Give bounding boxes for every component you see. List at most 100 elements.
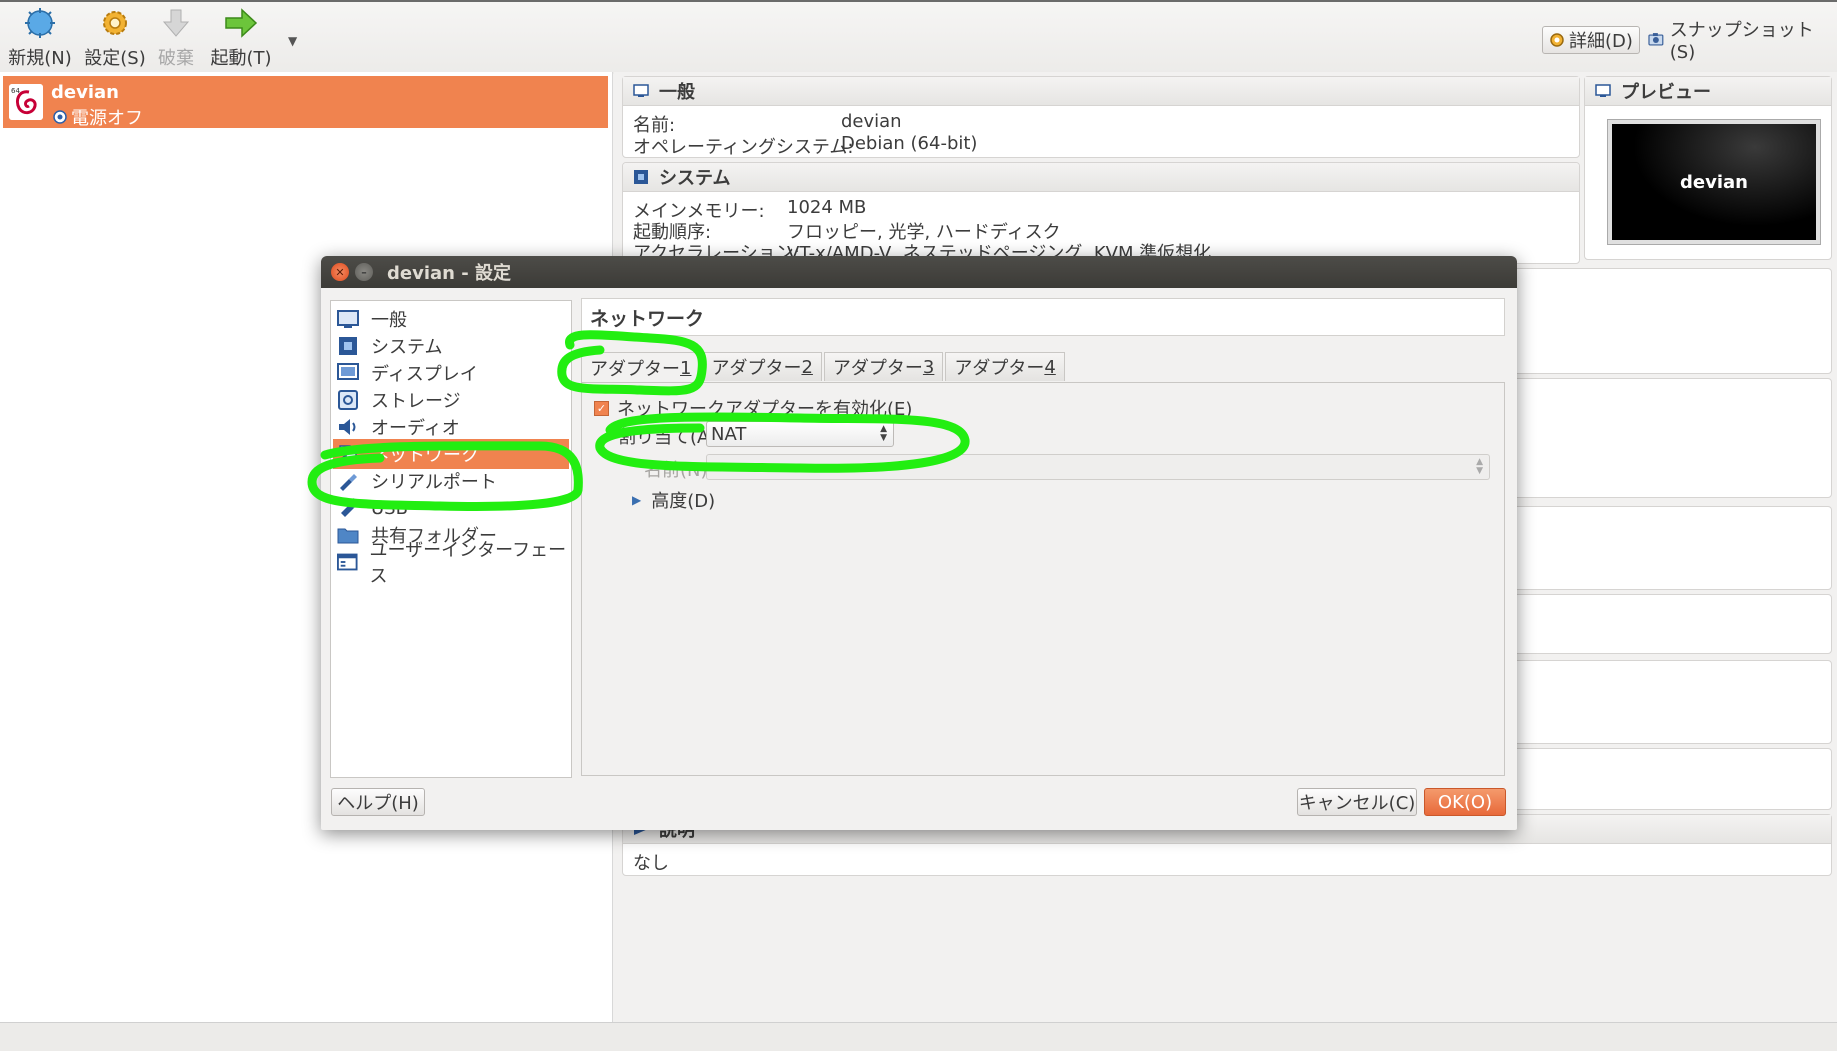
usb-group [1512,660,1832,744]
category-label: システム [371,337,443,358]
tab-adapter-3[interactable]: アダプター 3 [823,352,944,381]
preview-screen: devian [1608,120,1820,244]
page-title: ネットワーク [581,298,1505,336]
serial-icon [340,474,357,491]
general-name-value: devian [841,111,902,132]
system-chip-icon [634,170,648,184]
preview-group-header[interactable]: プレビュー [1585,77,1831,106]
combo-spin-icon: ▲ ▼ [1476,457,1483,476]
status-bar [0,1022,1837,1051]
vm-state: 電源オフ [53,104,143,130]
tab-adapter-1[interactable]: アダプター 1 [581,352,701,383]
combo-spin-icon: ▲ ▼ [880,424,887,443]
advanced-label: 高度(D) [651,491,716,512]
help-button-label: ヘルプ(H) [337,793,419,814]
tab-adapter-2[interactable]: アダプター 2 [702,352,822,381]
discard-label: 破棄 [158,48,194,69]
cancel-button[interactable]: キャンセル(C) [1297,788,1417,816]
category-serial-ports[interactable]: シリアルポート [333,466,569,496]
tab-key: 2 [801,356,813,378]
details-toggle-button[interactable]: 詳細(D) [1542,26,1640,54]
network-icon [337,445,357,463]
vm-name: devian [51,82,119,103]
debian-logo-icon: 64 [9,84,43,120]
category-display[interactable]: ディスプレイ [333,358,569,388]
adapter-name-select[interactable]: ▲ ▼ [706,454,1490,480]
start-dropdown-arrow-icon[interactable]: ▼ [288,34,297,48]
category-storage[interactable]: ストレージ [333,385,569,415]
enable-adapter-checkbox-row[interactable]: ✓ ネットワークアダプターを有効化(E) [594,395,912,421]
system-group-header[interactable]: システム [623,163,1579,192]
details-gear-icon [1550,33,1564,47]
settings-label: 設定(S) [84,48,146,69]
dialog-title: devian - 設定 [387,263,511,284]
discard-arrow-icon [162,9,190,37]
enable-adapter-checkbox[interactable]: ✓ [594,400,609,416]
shared-folder-icon [337,528,359,544]
general-icon [337,310,359,328]
system-group: システム メインメモリー: 1024 MB 起動順序: フロッピー, 光学, ハ… [622,162,1580,264]
category-network[interactable]: ネットワーク [333,439,569,469]
category-label: USB [371,497,408,519]
category-system[interactable]: システム [333,331,569,361]
category-label: シリアルポート [371,472,497,493]
start-label: 起動(T) [210,48,272,69]
usb-icon [341,498,359,517]
details-label: 詳細(D) [1569,31,1633,52]
audio-group [1512,506,1832,590]
network-group [1512,594,1832,654]
category-label: ユーザーインターフェース [369,540,567,587]
start-arrow-icon [225,8,258,38]
preview-screen-text: devian [1680,171,1748,193]
minimize-icon[interactable]: – [355,263,373,281]
category-usb[interactable]: USB [333,493,569,523]
dialog-title-bar[interactable]: ✕ – devian - 設定 [321,256,1517,288]
tab-adapter-4[interactable]: アダプター 4 [945,352,1065,381]
category-general[interactable]: 一般 [333,304,569,334]
svg-text:64: 64 [11,87,20,95]
audio-icon [339,419,356,435]
category-label: ストレージ [371,391,461,412]
new-icon [25,8,55,38]
description-value: なし [633,853,669,874]
ok-button[interactable]: OK(O) [1424,788,1506,816]
new-label: 新規(N) [8,48,72,69]
settings-dialog: ✕ – devian - 設定 一般 システム ディスプレイ ストレージ オーデ… [321,256,1517,830]
display-icon [337,363,359,380]
new-vm-button[interactable]: 新規(N) [8,8,72,69]
preview-header-label: プレビュー [1621,82,1711,103]
start-button[interactable]: 起動(T) [210,8,272,69]
vm-state-label: 電源オフ [71,108,143,129]
tab-label: アダプター [954,358,1045,379]
general-header-label: 一般 [659,82,695,103]
enable-adapter-label: ネットワークアダプターを有効化(E) [617,399,913,420]
snapshots-toggle-button[interactable]: スナップショット(S) [1648,20,1837,63]
attached-to-value: NAT [711,423,747,445]
help-button[interactable]: ヘルプ(H) [331,788,425,816]
expand-triangle-icon: ▶ [632,493,642,507]
gear-icon [103,11,127,35]
ok-button-label: OK(O) [1437,791,1493,813]
tab-key: 1 [680,357,692,379]
attached-to-select[interactable]: NAT ▲ ▼ [706,421,894,447]
shared-folders-group [1512,748,1832,810]
settings-button[interactable]: 設定(S) [84,8,146,69]
close-icon[interactable]: ✕ [331,263,349,281]
general-group-header[interactable]: 一般 [623,77,1579,106]
snapshots-label: スナップショット(S) [1669,19,1814,63]
system-memory-value: 1024 MB [787,197,867,218]
category-label: ネットワーク [371,445,479,466]
storage-icon [338,390,358,410]
power-off-icon [53,110,67,124]
tab-label: アダプター [832,358,923,379]
category-audio[interactable]: オーディオ [333,412,569,442]
system-header-label: システム [659,168,731,189]
category-user-interface[interactable]: ユーザーインターフェース [333,540,569,587]
general-group: 一般 名前: devian オペレーティングシステム: Debian (64-b… [622,76,1580,158]
adapter-name-label: 名前(N): [644,460,714,481]
cancel-button-label: キャンセル(C) [1298,793,1416,814]
advanced-expander[interactable]: ▶ 高度(D) [632,487,715,513]
adapter-tab-panel: ✓ ネットワークアダプターを有効化(E) 割り当て(A): NAT ▲ ▼ 名前(… [581,382,1505,776]
vm-list-item[interactable]: 64 devian 電源オフ [3,76,608,130]
discard-button[interactable]: 破棄 [156,8,196,69]
